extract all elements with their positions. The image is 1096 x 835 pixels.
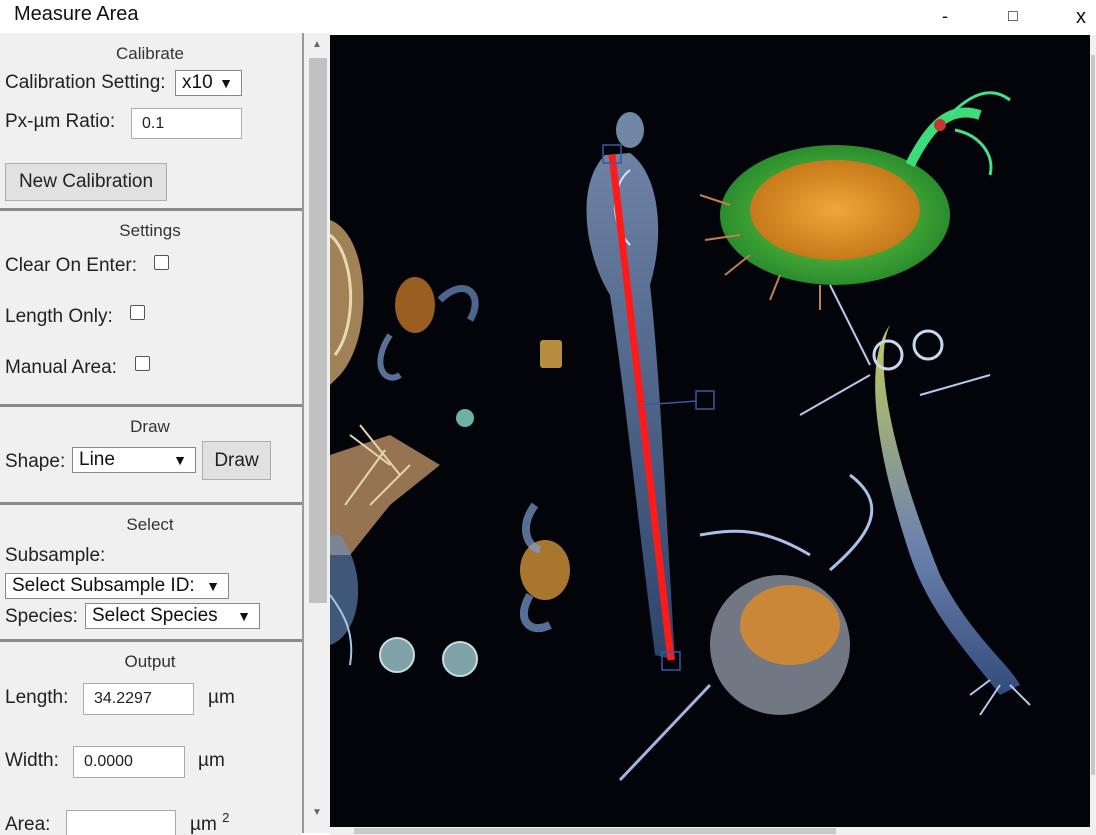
length-unit: µm xyxy=(208,687,235,708)
width-output-field[interactable]: 0.0000 xyxy=(73,746,185,778)
area-unit: µm 2 xyxy=(190,810,229,835)
calibrate-section: Calibrate Calibration Setting: x10 ▼ Px-… xyxy=(0,33,302,208)
output-title: Output xyxy=(124,652,176,671)
small-copepod-left xyxy=(377,277,479,381)
clear-on-enter-label: Clear On Enter: xyxy=(5,255,137,276)
settings-section: Settings Clear On Enter: Length Only: Ma… xyxy=(0,211,302,404)
plankton-image xyxy=(330,91,1031,782)
panel-scrollbar-thumb[interactable] xyxy=(309,58,327,603)
control-panel: Calibrate Calibration Setting: x10 ▼ Px-… xyxy=(0,33,302,835)
area-label: Area: xyxy=(5,814,51,835)
area-output-field[interactable] xyxy=(66,810,176,835)
manual-area-label: Manual Area: xyxy=(5,357,117,378)
rotate-handle[interactable] xyxy=(695,390,715,410)
calibrate-title: Calibrate xyxy=(115,44,185,63)
area-unit-text: µm xyxy=(190,814,217,835)
draw-button[interactable]: Draw xyxy=(202,441,271,480)
title-bar: Measure Area - □ x xyxy=(0,0,1096,33)
image-vertical-scrollbar[interactable] xyxy=(1090,35,1096,827)
scroll-up-icon[interactable]: ▲ xyxy=(312,39,322,50)
round-cell xyxy=(379,637,415,673)
larva-bottom-left xyxy=(330,535,359,666)
select-title: Select xyxy=(126,515,174,534)
calibration-setting-value: x10 xyxy=(182,72,213,93)
length-only-label: Length Only: xyxy=(5,306,113,327)
dropdown-arrow-icon: ▼ xyxy=(219,75,233,91)
area-unit-exponent: 2 xyxy=(222,810,230,825)
small-sphere xyxy=(456,409,474,427)
dropdown-arrow-icon: ▼ xyxy=(206,578,220,594)
new-calibration-button[interactable]: New Calibration xyxy=(5,163,167,201)
shape-select[interactable]: Line ▼ xyxy=(72,447,196,473)
small-crystal xyxy=(540,340,562,368)
image-horizontal-scrollbar-thumb[interactable] xyxy=(354,828,836,834)
close-button[interactable]: x xyxy=(1076,6,1086,29)
length-output-field[interactable]: 34.2297 xyxy=(83,683,194,715)
length-only-checkbox[interactable] xyxy=(130,305,145,320)
window-title: Measure Area xyxy=(14,3,139,25)
output-section: Output Length: 34.2297 µm Width: 0.0000 … xyxy=(0,642,302,835)
left-edge-organism xyxy=(330,220,364,385)
feathery-larva xyxy=(330,424,440,555)
shape-label: Shape: xyxy=(5,451,66,472)
small-jelly-larva xyxy=(520,502,570,633)
species-label: Species: xyxy=(5,606,78,627)
green-crustacean xyxy=(699,91,1011,310)
subsample-select[interactable]: Select Subsample ID: ▼ xyxy=(5,573,229,599)
specimen-image-canvas[interactable] xyxy=(330,35,1090,827)
image-vertical-scrollbar-thumb[interactable] xyxy=(1091,55,1095,775)
image-horizontal-scrollbar[interactable] xyxy=(330,827,1096,835)
px-um-ratio-input[interactable]: 0.1 xyxy=(131,108,242,139)
shape-value: Line xyxy=(79,449,115,470)
scroll-down-icon[interactable]: ▼ xyxy=(312,807,322,818)
maximize-button[interactable]: □ xyxy=(1008,8,1018,26)
draw-title: Draw xyxy=(130,417,170,436)
subsample-label: Subsample: xyxy=(5,545,106,566)
minimize-button[interactable]: - xyxy=(942,6,948,27)
width-label: Width: xyxy=(5,750,59,771)
select-section: Select Subsample: Select Subsample ID: ▼… xyxy=(0,505,302,639)
draw-section: Draw Shape: Line ▼ Draw xyxy=(0,407,302,502)
clear-on-enter-checkbox[interactable] xyxy=(154,255,169,270)
px-um-ratio-label: Px-µm Ratio: xyxy=(5,111,116,132)
dropdown-arrow-icon: ▼ xyxy=(173,452,187,468)
calibration-setting-label: Calibration Setting: xyxy=(5,72,166,93)
species-select[interactable]: Select Species ▼ xyxy=(85,603,260,629)
species-value: Select Species xyxy=(92,605,218,626)
manual-area-checkbox[interactable] xyxy=(135,356,150,371)
dropdown-arrow-icon: ▼ xyxy=(237,608,251,624)
width-unit: µm xyxy=(198,750,225,771)
round-cell xyxy=(442,641,478,677)
length-label: Length: xyxy=(5,687,69,708)
calibration-setting-select[interactable]: x10 ▼ xyxy=(175,70,242,96)
subsample-value: Select Subsample ID: xyxy=(12,575,195,596)
panel-scrollbar[interactable]: ▲ ▼ xyxy=(302,33,330,833)
settings-title: Settings xyxy=(119,221,181,240)
